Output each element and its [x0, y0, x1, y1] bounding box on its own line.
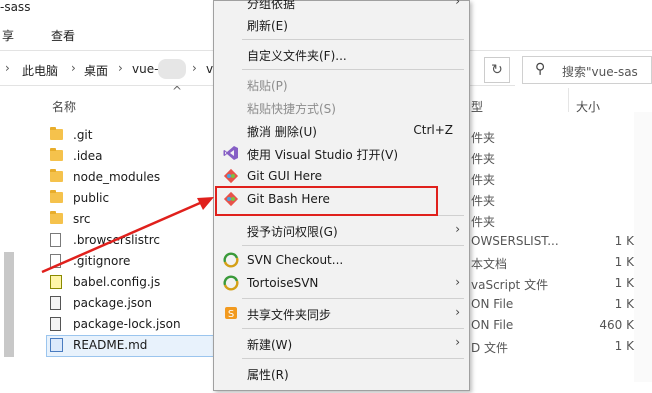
annotation-arrow [41, 197, 214, 274]
